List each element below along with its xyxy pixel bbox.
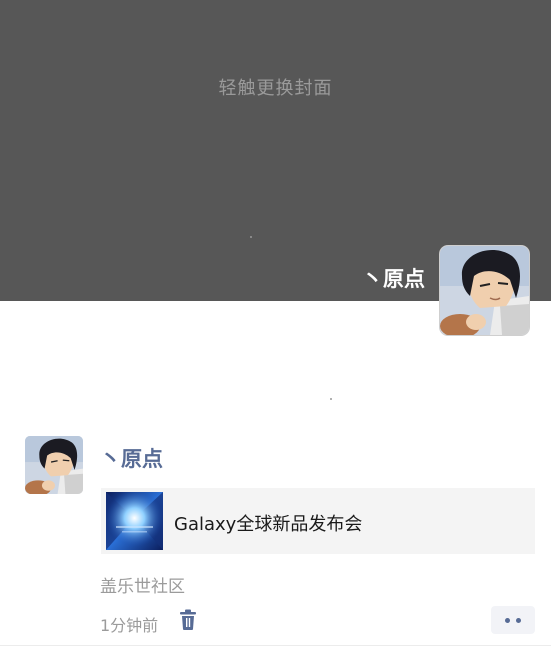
post-source[interactable]: 盖乐世社区 [100, 572, 185, 597]
shared-link-card[interactable]: Galaxy全球新品发布会 [101, 488, 535, 554]
change-cover-hint: 轻触更换封面 [218, 78, 333, 99]
feed-divider [0, 645, 551, 646]
more-dots-icon[interactable] [491, 606, 535, 634]
profile-name[interactable]: 丶原点 [362, 263, 425, 293]
galaxy-event-thumbnail-icon [106, 492, 163, 550]
shared-link-title: Galaxy全球新品发布会 [174, 514, 363, 535]
profile-avatar[interactable] [440, 246, 529, 335]
post-author-name[interactable]: 丶原点 [100, 443, 163, 473]
cover-speck [250, 236, 252, 238]
anime-character-avatar-icon [440, 246, 529, 335]
post-avatar[interactable] [25, 436, 83, 494]
page-speck [330, 398, 332, 400]
post-time: 1分钟前 [100, 616, 159, 635]
trash-icon[interactable] [178, 609, 198, 631]
anime-character-avatar-icon [25, 436, 83, 494]
